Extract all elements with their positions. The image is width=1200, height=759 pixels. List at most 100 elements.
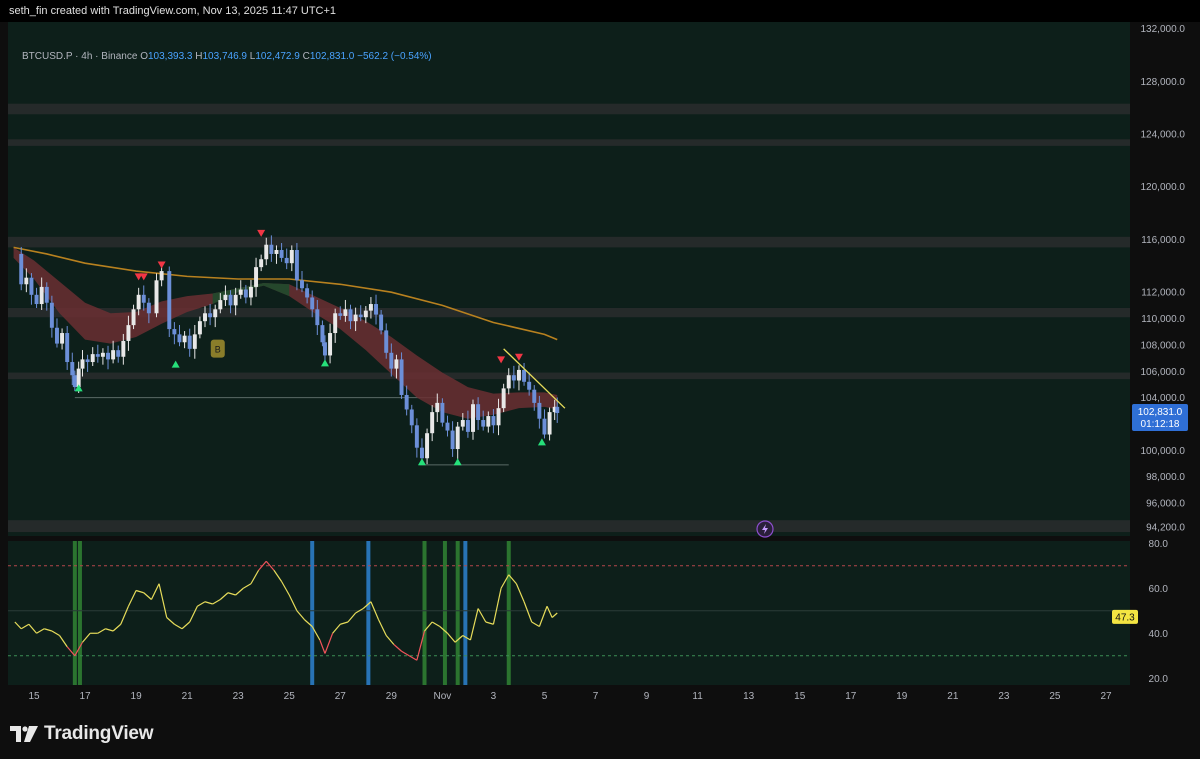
price-tick-label: 120,000.0 bbox=[1141, 182, 1186, 193]
candle-body bbox=[177, 334, 182, 343]
change-value: −562.2 (−0.54%) bbox=[357, 51, 432, 62]
signal-bar-blue bbox=[463, 541, 468, 685]
candle-body bbox=[85, 359, 90, 363]
candle-body bbox=[126, 325, 131, 341]
candle-body bbox=[300, 280, 304, 289]
chart-canvas[interactable]: B 132,000.0 128,000.0 124,000.0 120,000.0 11… bbox=[8, 22, 1192, 708]
candle-body bbox=[532, 389, 537, 403]
resistance-zone bbox=[8, 139, 1130, 146]
time-tick-label: 25 bbox=[284, 691, 296, 702]
candle-body bbox=[294, 250, 299, 281]
price-tick-label: 128,000.0 bbox=[1141, 77, 1186, 88]
rsi-tick-label: 20.0 bbox=[1149, 674, 1169, 685]
symbol-name[interactable]: BTCUSD.P · 4h · Binance bbox=[22, 51, 137, 62]
candle-body bbox=[34, 294, 39, 305]
candle-body bbox=[44, 286, 49, 303]
signal-bar-green bbox=[455, 541, 460, 685]
candle-body bbox=[343, 309, 348, 316]
chart-area[interactable]: B 132,000.0 128,000.0 124,000.0 120,000.0 11… bbox=[8, 22, 1192, 708]
signal-bar-green bbox=[72, 541, 77, 685]
time-tick-label: 25 bbox=[1049, 691, 1061, 702]
last-price-value: 102,831.0 bbox=[1138, 407, 1183, 418]
candle-body bbox=[358, 314, 363, 318]
time-tick-label: Nov bbox=[433, 691, 451, 702]
candle-body bbox=[363, 310, 368, 318]
candle-body bbox=[80, 359, 85, 369]
time-tick-label: 7 bbox=[593, 691, 599, 702]
attribution-text: seth_fin created with TradingView.com, N… bbox=[9, 5, 337, 17]
candle-body bbox=[154, 280, 159, 314]
candle-body bbox=[465, 420, 470, 432]
candle-body bbox=[445, 422, 450, 431]
candle-body bbox=[141, 294, 146, 303]
axis-labels bbox=[756, 520, 774, 538]
candle-body bbox=[289, 250, 294, 264]
candle-body bbox=[116, 350, 121, 357]
candle-body bbox=[501, 388, 506, 409]
time-tick-label: 19 bbox=[896, 691, 908, 702]
candle-body bbox=[440, 402, 445, 423]
price-tick-label: 94,200.0 bbox=[1146, 522, 1185, 533]
time-tick-label: 23 bbox=[998, 691, 1010, 702]
price-tick-label: 106,000.0 bbox=[1141, 367, 1186, 378]
candle-body bbox=[425, 433, 430, 459]
candle-body bbox=[481, 420, 486, 427]
candle-body bbox=[243, 289, 248, 298]
price-pane-bg bbox=[8, 22, 1130, 536]
candle-body bbox=[496, 408, 501, 426]
candle-body bbox=[320, 325, 325, 343]
candle-body bbox=[374, 304, 378, 315]
price-tick-label: 110,000.0 bbox=[1141, 314, 1185, 325]
candle-body bbox=[159, 271, 164, 281]
candle-body bbox=[238, 289, 243, 295]
price-axis[interactable]: 132,000.0 128,000.0 124,000.0 120,000.0 116,… bbox=[1132, 24, 1188, 533]
time-tick-label: 27 bbox=[1100, 691, 1112, 702]
pane-separator[interactable] bbox=[8, 536, 1130, 541]
candle-body bbox=[353, 314, 358, 322]
candle-body bbox=[460, 420, 465, 427]
candle-body bbox=[555, 406, 560, 414]
candle-body bbox=[269, 244, 274, 254]
candle-body bbox=[379, 314, 384, 331]
signal-bar-blue bbox=[310, 541, 315, 685]
resistance-zone bbox=[8, 103, 1130, 115]
candle-body bbox=[471, 404, 475, 432]
candle-body bbox=[338, 313, 343, 316]
candle-body bbox=[259, 259, 264, 268]
open-label: O bbox=[140, 51, 148, 62]
time-tick-label: 19 bbox=[131, 691, 143, 702]
candle-body bbox=[192, 334, 197, 349]
candle-body bbox=[284, 257, 289, 264]
time-tick-label: 15 bbox=[28, 691, 40, 702]
candle-body bbox=[328, 333, 333, 356]
candle-body bbox=[70, 362, 75, 376]
candle-body bbox=[167, 271, 172, 330]
candle-body bbox=[542, 418, 547, 435]
b-label-text: B bbox=[215, 345, 221, 355]
price-tick-label: 100,000.0 bbox=[1141, 446, 1186, 457]
candle-body bbox=[187, 335, 192, 349]
candle-body bbox=[368, 304, 373, 311]
candle-body bbox=[399, 359, 404, 395]
rsi-tick-label: 40.0 bbox=[1149, 629, 1169, 640]
time-tick-label: 3 bbox=[491, 691, 497, 702]
candle-body bbox=[348, 309, 353, 322]
time-axis[interactable]: 15 17 19 21 23 25 27 29 Nov 3 5 7 9 11 13 15 17 19 21 23 25 2… bbox=[28, 691, 1112, 702]
candle-body bbox=[248, 286, 253, 298]
candle-body bbox=[223, 294, 228, 301]
price-tick-label: 124,000.0 bbox=[1141, 130, 1186, 141]
time-tick-label: 9 bbox=[644, 691, 650, 702]
signal-bar-green bbox=[442, 541, 447, 685]
candle-body bbox=[491, 416, 496, 426]
tradingview-logo[interactable]: TradingView bbox=[10, 723, 154, 745]
candle-body bbox=[450, 430, 455, 450]
time-tick-label: 11 bbox=[692, 691, 703, 702]
candle-body bbox=[455, 426, 460, 450]
time-tick-label: 21 bbox=[182, 691, 194, 702]
price-tick-label: 116,000.0 bbox=[1141, 235, 1185, 246]
candle-body bbox=[522, 369, 527, 382]
price-tick-label: 112,000.0 bbox=[1141, 288, 1185, 299]
price-tick-label: 108,000.0 bbox=[1141, 340, 1186, 351]
candle-body bbox=[213, 309, 218, 318]
time-tick-label: 23 bbox=[233, 691, 245, 702]
